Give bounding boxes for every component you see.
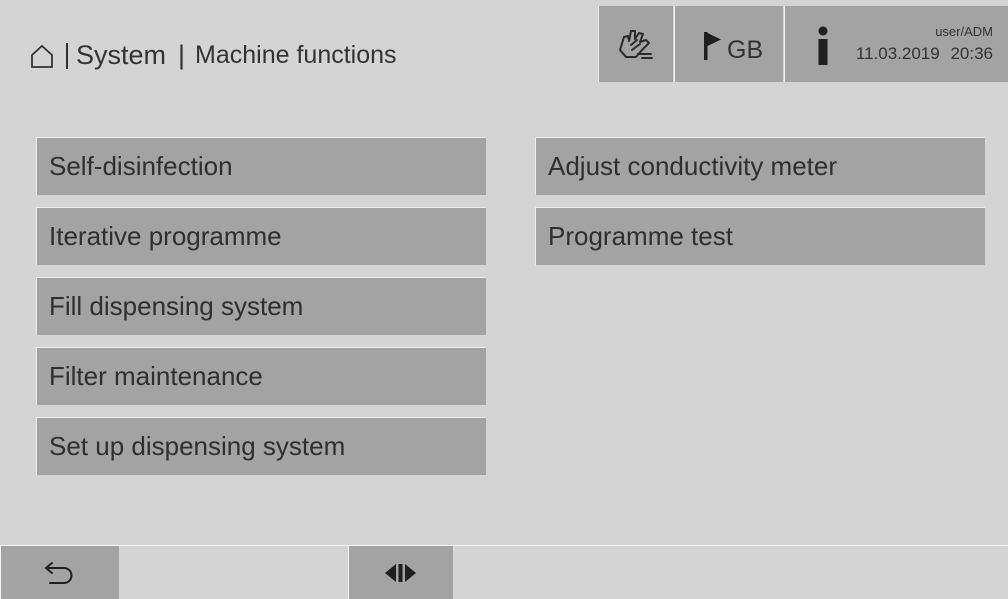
language-label: GB bbox=[727, 36, 764, 64]
footer-bar bbox=[0, 545, 1008, 599]
user-info-button[interactable]: user/ADM 11.03.2019 20:36 bbox=[784, 6, 1008, 82]
breadcrumb-divider bbox=[66, 42, 68, 69]
hand-icon bbox=[619, 30, 653, 59]
date-label: 11.03.2019 bbox=[855, 44, 940, 63]
set-up-dispensing-system-button[interactable]: Set up dispensing system bbox=[36, 417, 486, 475]
adjust-conductivity-meter-button[interactable]: Adjust conductivity meter bbox=[535, 137, 985, 195]
home-icon[interactable] bbox=[30, 43, 54, 69]
datetime: 11.03.2019 20:36 bbox=[856, 44, 993, 64]
user-label: user/ADM bbox=[935, 24, 993, 39]
menu-item-label: Fill dispensing system bbox=[49, 291, 304, 321]
page-title: Machine functions bbox=[195, 41, 397, 69]
breadcrumb: System | Machine functions bbox=[30, 40, 397, 71]
back-arrow-icon bbox=[45, 561, 73, 584]
fill-dispensing-system-button[interactable]: Fill dispensing system bbox=[36, 277, 486, 335]
manual-operation-button[interactable] bbox=[598, 6, 673, 82]
language-button[interactable]: GB bbox=[674, 6, 783, 82]
breadcrumb-separator: | bbox=[178, 40, 186, 70]
self-disinfection-button[interactable]: Self-disinfection bbox=[36, 137, 486, 195]
menu-item-label: Set up dispensing system bbox=[49, 431, 346, 461]
flag-icon bbox=[704, 32, 721, 60]
menu-item-label: Iterative programme bbox=[49, 221, 282, 251]
time-label: 20:36 bbox=[950, 44, 993, 63]
person-icon bbox=[818, 26, 828, 65]
header-bar: System | Machine functions GB user/ADM 1… bbox=[0, 0, 1008, 84]
back-button[interactable] bbox=[0, 546, 119, 599]
menu-item-label: Filter maintenance bbox=[49, 361, 263, 391]
split-view-toggle-button[interactable] bbox=[348, 546, 453, 599]
iterative-programme-button[interactable]: Iterative programme bbox=[36, 207, 486, 265]
breadcrumb-system[interactable]: System bbox=[76, 40, 166, 71]
menu-item-label: Self-disinfection bbox=[49, 151, 233, 181]
filter-maintenance-button[interactable]: Filter maintenance bbox=[36, 347, 486, 405]
programme-test-button[interactable]: Programme test bbox=[535, 207, 985, 265]
menu-item-label: Adjust conductivity meter bbox=[548, 151, 838, 181]
split-view-icon bbox=[385, 563, 416, 582]
menu-item-label: Programme test bbox=[548, 221, 733, 251]
